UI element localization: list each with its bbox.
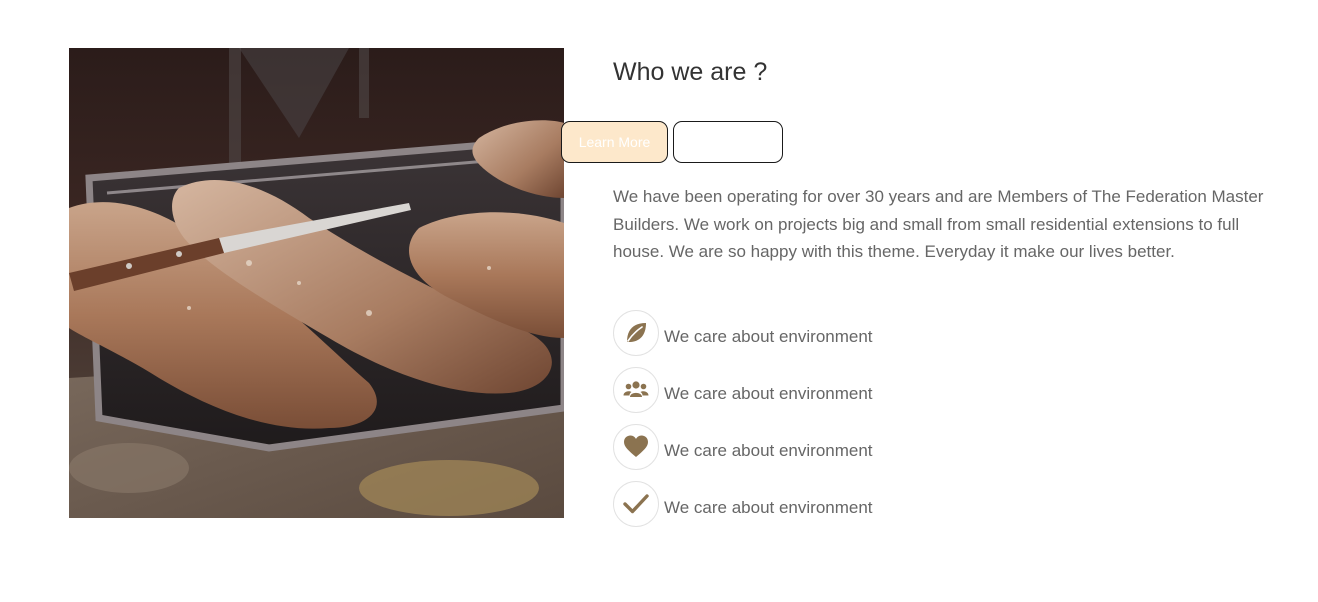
leaf-icon <box>627 323 646 342</box>
check-icon <box>623 494 649 514</box>
secondary-outline-button[interactable] <box>673 121 783 163</box>
users-icon <box>623 381 649 397</box>
about-section: Who we are ? Learn More We have been ope… <box>0 0 1318 602</box>
feature-label: We care about environment <box>664 327 873 346</box>
feature-icon-circle <box>613 310 659 356</box>
feature-item: We care about environment <box>613 367 1013 413</box>
feature-item: We care about environment <box>613 310 1013 356</box>
feature-item: We care about environment <box>613 424 1013 470</box>
feature-icon-circle <box>613 481 659 527</box>
section-description: We have been operating for over 30 years… <box>613 187 1264 261</box>
section-title: Who we are ? <box>613 58 768 86</box>
feature-label: We care about environment <box>664 498 873 517</box>
feature-label: We care about environment <box>664 441 873 460</box>
feature-label: We care about environment <box>664 384 873 403</box>
feature-icon-circle <box>613 424 659 470</box>
bread-photo <box>69 48 564 518</box>
feature-icon-circle <box>613 367 659 413</box>
heart-icon <box>624 435 648 457</box>
learn-more-button[interactable]: Learn More <box>561 121 668 163</box>
feature-item: We care about environment <box>613 481 1013 527</box>
